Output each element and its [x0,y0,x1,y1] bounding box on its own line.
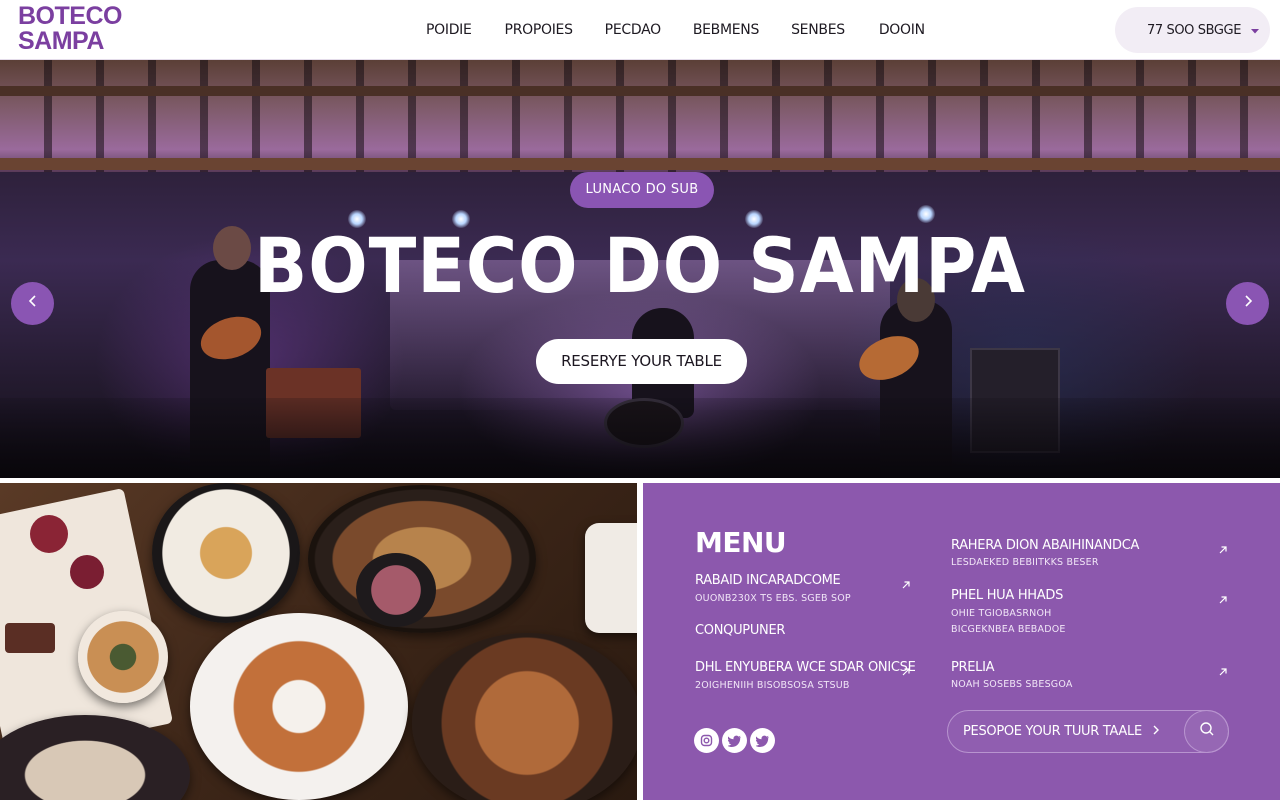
rice-plate [0,715,190,800]
reserve-table-link[interactable]: Pesopoe your tuur taale [963,711,1160,752]
hero-tagline-badge: lunaco do sub [570,172,714,208]
menu-item-description: ouonb230x ts ebs. sgeb sop [695,593,851,604]
side-bowl [356,553,436,627]
main-nav: Poidie Propoies Pecdao Bebmens Senbes Do… [426,19,925,41]
menu-item-name[interactable]: Prelia [951,660,995,676]
hero-title: Boteco do Sampa [254,221,1026,310]
ceiling-beam [0,158,1280,170]
chevron-right-icon [1152,711,1160,752]
brand-logo[interactable]: Boteco Sampa [18,2,122,55]
search-button[interactable] [1184,710,1229,753]
menu-item-description: lesdaeked bebiitkks beser [951,557,1099,568]
menu-panel: Menu Rabaid incaradcome ouonb230x ts ebs… [643,483,1280,800]
ceiling-beams-image [0,60,1280,172]
hero-banner: lunaco do sub Boteco do Sampa Reserye yo… [0,60,1280,478]
roast-platter [412,633,637,800]
nav-item-2[interactable]: Propoies [505,19,573,41]
logo-line-2: Sampa [18,27,104,55]
chevron-down-icon [1249,24,1261,36]
nav-item-3[interactable]: Pecdao [605,19,661,41]
nav-item-1[interactable]: Poidie [426,19,472,41]
chevron-left-icon [26,294,40,313]
stage-floor [0,398,1280,478]
food-photo [0,483,637,800]
fig-garnish [30,515,68,553]
reserve-table-bar: Pesopoe your tuur taale [947,710,1229,753]
logo-line-1: Boteco [18,2,122,30]
carousel-prev-button[interactable] [11,282,54,325]
fig-garnish [70,555,104,589]
arrow-up-right-icon[interactable] [901,664,911,676]
menu-item-name[interactable]: Rabaid incaradcome [695,573,841,589]
main-dish-plate [190,613,408,800]
menu-item-description: ohie tgiobasrnoh bicgeknbea bebadoe [951,608,1066,635]
location-dropdown[interactable]: 77 SOO SBGGE [1115,7,1270,53]
brownie-piece [5,623,55,653]
twitter-icon[interactable] [750,728,775,753]
instagram-icon[interactable] [694,728,719,753]
menu-item-name[interactable]: Rahera dion abaihinandca [951,538,1139,554]
reserve-table-link-label: Pesopoe your tuur taale [963,724,1142,739]
arrow-up-right-icon[interactable] [1218,542,1228,554]
chevron-right-icon [1241,294,1255,313]
search-icon [1199,721,1215,742]
pasta-bowl [152,483,300,623]
arrow-up-right-icon[interactable] [901,577,911,589]
arrow-up-right-icon[interactable] [1218,592,1228,604]
reserve-table-button[interactable]: Reserye your table [536,339,747,384]
site-header: Boteco Sampa Poidie Propoies Pecdao Bebm… [0,0,1280,60]
menu-item-name[interactable]: Phel hua hhads [951,588,1063,604]
carousel-next-button[interactable] [1226,282,1269,325]
menu-item-name[interactable]: Dhl enyubera wce sdar onicse [695,660,916,676]
twitter-icon[interactable] [722,728,747,753]
nav-item-6[interactable]: Dooin [879,19,925,41]
nav-item-5[interactable]: Senbes [791,19,845,41]
menu-item-name[interactable]: Conqupuner [695,623,785,639]
menu-item-description: noah sosebs sbesgoa [951,679,1073,690]
menu-title: Menu [695,526,787,559]
menu-item-description: 2oigheniih bisobsosa stsub [695,680,850,691]
ceiling-beam [0,86,1280,96]
location-value: 77 SOO SBGGE [1147,22,1242,38]
arrow-up-right-icon[interactable] [1218,664,1228,676]
nav-item-4[interactable]: Bebmens [693,19,760,41]
soup-cup [78,611,168,703]
coffee-cup [585,523,637,633]
